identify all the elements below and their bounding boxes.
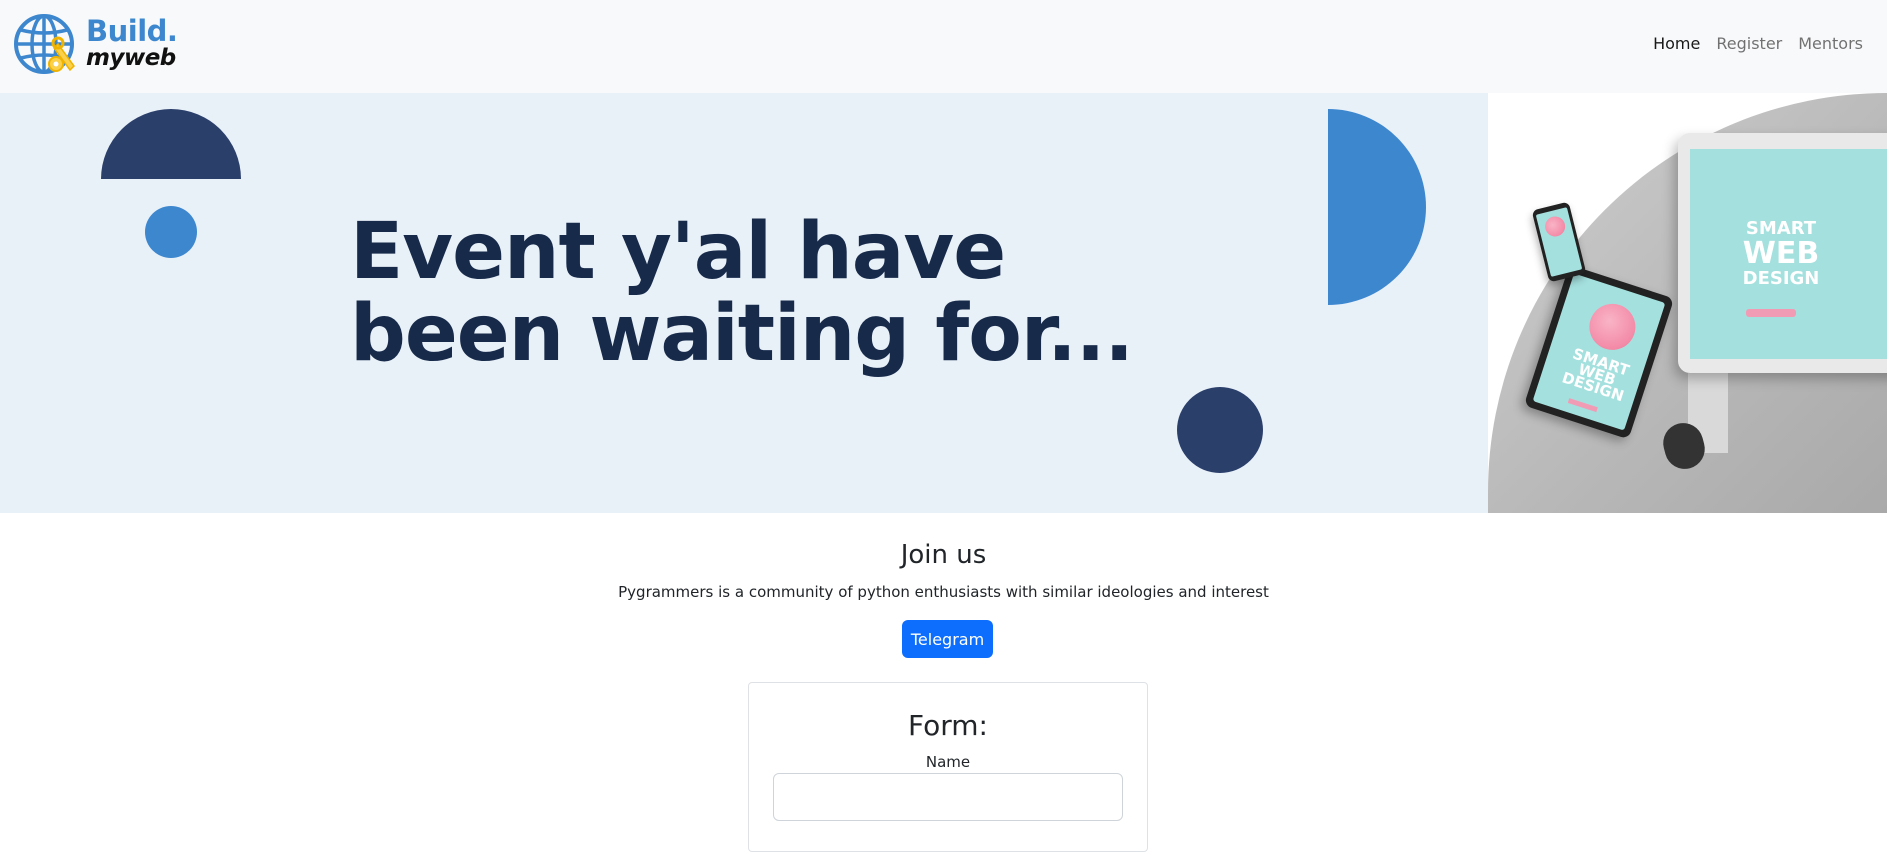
tablet-mockup: SMART WEB DESIGN <box>1523 264 1675 440</box>
brand-logo[interactable]: Build. myweb <box>12 10 178 82</box>
telegram-button[interactable]: Telegram <box>902 620 993 658</box>
monitor-text-line2: WEB <box>1742 236 1820 271</box>
brand-name-line2: myweb <box>86 45 176 71</box>
nav-link-register[interactable]: Register <box>1716 34 1782 53</box>
nav-link-mentors[interactable]: Mentors <box>1798 34 1863 53</box>
brain-icon <box>1543 214 1568 239</box>
nav-link-home[interactable]: Home <box>1653 34 1700 53</box>
form-card: Form: Name <box>748 682 1148 852</box>
monitor-mockup: SMART WEB DESIGN <box>1678 133 1887 373</box>
monitor-screen-text: SMART WEB DESIGN <box>1726 219 1836 289</box>
monitor-screen: SMART WEB DESIGN <box>1690 149 1887 359</box>
name-input[interactable] <box>773 773 1123 821</box>
globe-wrench-icon <box>14 14 75 74</box>
navbar: Build. myweb Home Register Mentors <box>0 0 1887 93</box>
decorative-half-circle <box>101 109 241 179</box>
tablet-screen-button <box>1567 398 1598 413</box>
brain-icon <box>1583 297 1642 356</box>
name-label: Name <box>925 753 971 771</box>
image-arch-background: SMART WEB DESIGN SMART WEB DESIGN <box>1488 93 1887 513</box>
monitor-text-line3: DESIGN <box>1742 268 1820 289</box>
nav-menu: Home Register Mentors <box>1653 34 1863 53</box>
hero-devices-image: SMART WEB DESIGN SMART WEB DESIGN <box>1488 93 1887 513</box>
hero-title: Event y'al have been waiting for... <box>350 207 1134 379</box>
monitor-screen-button <box>1746 309 1796 317</box>
tablet-screen-text: SMART WEB DESIGN <box>1557 345 1636 406</box>
brand-name-line1: Build. <box>86 14 178 48</box>
decorative-dot-small <box>145 206 197 258</box>
tablet-screen: SMART WEB DESIGN <box>1532 273 1666 431</box>
form-title: Form: <box>908 709 988 742</box>
decorative-dot-large <box>1177 387 1263 473</box>
join-title: Join us <box>900 540 987 570</box>
decorative-half-circle-right <box>1328 109 1426 305</box>
phone-screen <box>1535 207 1583 277</box>
join-description: Pygrammers is a community of python enth… <box>618 583 1269 601</box>
hero-banner: Event y'al have been waiting for... SMAR… <box>0 93 1887 513</box>
phone-mockup <box>1531 201 1587 283</box>
